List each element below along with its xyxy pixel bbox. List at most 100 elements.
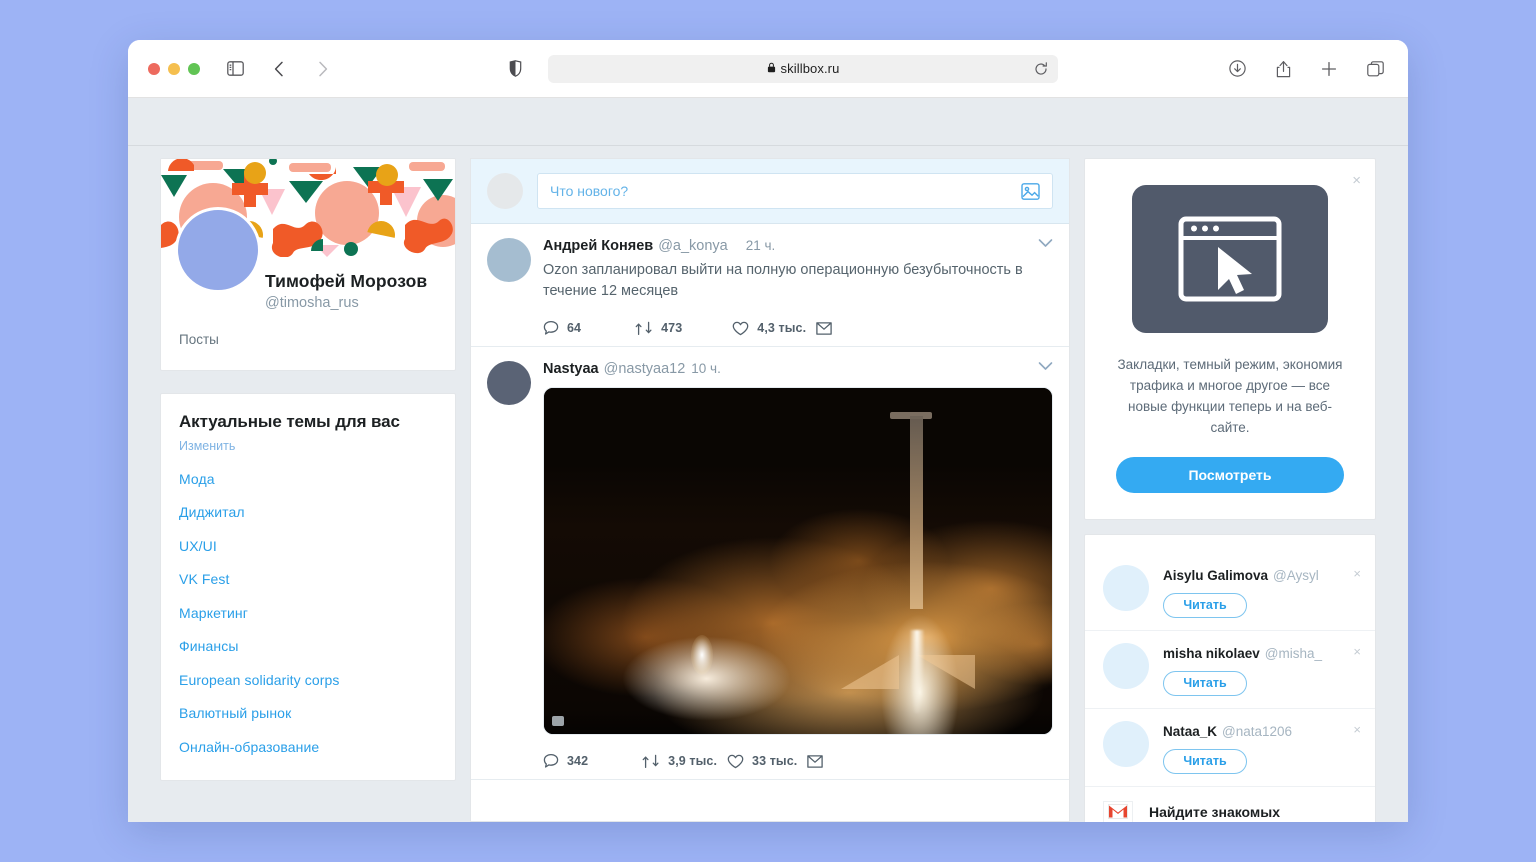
address-area: skillbox.ru — [336, 54, 1224, 83]
reload-icon[interactable] — [1034, 61, 1048, 76]
tweet-timestamp: 21 ч. — [745, 238, 776, 253]
minimize-window-button[interactable] — [168, 62, 180, 75]
right-sidebar: × Закладки, темный режим, экономия трафи… — [1084, 158, 1376, 822]
suggestion-handle[interactable]: @misha_ — [1265, 646, 1322, 661]
suggestion-row[interactable]: misha nikolaev @misha_ Читать × — [1085, 631, 1375, 709]
reply-action[interactable]: 64 — [543, 320, 581, 336]
like-action[interactable]: 4,3 тыс. — [732, 321, 806, 336]
sidebar-icon[interactable] — [222, 56, 248, 82]
tweet-author-name[interactable]: Андрей Коняев — [543, 238, 653, 254]
new-tab-icon[interactable] — [1316, 56, 1342, 82]
promo-description: Закладки, темный режим, экономия трафика… — [1117, 357, 1343, 435]
chevron-down-icon[interactable] — [1038, 238, 1053, 248]
close-icon[interactable]: × — [1353, 567, 1361, 580]
image-attach-icon[interactable] — [1021, 182, 1040, 201]
like-action[interactable]: 33 тыс. — [727, 754, 797, 769]
tweet-author-name[interactable]: Nastyaa — [543, 361, 599, 377]
forward-chevron-icon[interactable] — [310, 56, 336, 82]
reply-action[interactable]: 342 — [543, 753, 588, 769]
topic-link[interactable]: Валютный рынок — [179, 705, 437, 721]
trending-topics-card: Актуальные темы для вас Изменить Мода Ди… — [160, 393, 456, 781]
maximize-window-button[interactable] — [188, 62, 200, 75]
tweet-actions: 64 473 4,3 тыс. — [543, 320, 1053, 336]
suggestion-handle[interactable]: @Aysyl — [1273, 568, 1319, 583]
tweet-author-handle[interactable]: @a_konya — [658, 238, 728, 254]
reply-count: 342 — [567, 754, 589, 769]
browser-window-cursor-icon — [1132, 185, 1328, 333]
url-bar[interactable]: skillbox.ru — [548, 54, 1058, 83]
like-count: 33 тыс. — [752, 754, 798, 769]
suggestion-meta: misha nikolaev @misha_ Читать — [1163, 643, 1359, 696]
tab-overview-icon[interactable] — [1362, 56, 1388, 82]
profile-tabs: Посты — [161, 311, 455, 349]
suggestion-handle[interactable]: @nata1206 — [1222, 724, 1292, 739]
downloads-icon[interactable] — [1224, 56, 1250, 82]
rocket-leg-right — [917, 655, 976, 690]
find-friends-label: Найдите знакомых — [1149, 803, 1281, 820]
follow-button[interactable]: Читать — [1163, 748, 1247, 774]
url-content: skillbox.ru — [767, 60, 840, 78]
follow-button[interactable]: Читать — [1163, 670, 1247, 696]
rocket-body — [909, 415, 923, 610]
close-window-button[interactable] — [148, 62, 160, 75]
promo-button[interactable]: Посмотреть — [1116, 456, 1344, 493]
tweet-text: Ozon запланировал выйти на полную операц… — [543, 262, 1023, 300]
suggestion-row[interactable]: Nataa_K @nata1206 Читать × — [1085, 709, 1375, 787]
back-chevron-icon[interactable] — [266, 56, 292, 82]
topic-link[interactable]: Мода — [179, 471, 437, 487]
find-friends-row[interactable]: Найдите знакомых — [1085, 787, 1375, 822]
tweet-media-image[interactable] — [543, 387, 1053, 736]
rocket-leg-left — [841, 655, 900, 690]
suggestion-name[interactable]: Aisylu Galimova — [1163, 568, 1268, 583]
suggestion-row[interactable]: Aisylu Galimova @Aysyl Читать × — [1085, 553, 1375, 631]
rocket-plume — [544, 388, 1052, 735]
tweet-avatar[interactable] — [487, 361, 531, 406]
suggestion-name[interactable]: misha nikolaev — [1163, 646, 1260, 661]
topic-link[interactable]: European solidarity corps — [179, 672, 437, 688]
page-viewport: Тимофей Морозов @timosha_rus Посты Актуа… — [128, 98, 1408, 822]
tweet[interactable]: Nastyaa @nastyaa12 10 ч. 342 3,9 тыс. 33… — [471, 347, 1069, 781]
tweet-author-handle[interactable]: @nastyaa12 — [604, 361, 686, 377]
share-message-icon[interactable] — [816, 321, 832, 335]
trending-title: Актуальные темы для вас — [179, 412, 400, 431]
retweet-action[interactable]: 3,9 тыс. — [642, 754, 717, 769]
topic-link[interactable]: Финансы — [179, 638, 437, 654]
share-message-icon[interactable] — [807, 754, 824, 768]
suggestion-name[interactable]: Nataa_K — [1163, 724, 1217, 739]
close-icon[interactable]: × — [1353, 723, 1361, 736]
chevron-down-icon[interactable] — [1038, 361, 1053, 371]
gmail-icon — [1103, 800, 1133, 822]
left-sidebar: Тимофей Морозов @timosha_rus Посты Актуа… — [160, 158, 456, 822]
retweet-action[interactable]: 473 — [635, 321, 682, 336]
composer: Что нового? — [471, 159, 1069, 224]
tweet-avatar[interactable] — [487, 238, 531, 282]
topic-link[interactable]: UX/UI — [179, 538, 437, 554]
avatar[interactable] — [1103, 564, 1149, 611]
profile-avatar[interactable] — [175, 207, 261, 293]
feed: Что нового? Андрей Коняев @a_konya 21 ч.… — [470, 158, 1070, 822]
window-controls[interactable] — [148, 62, 200, 75]
close-icon[interactable]: × — [1352, 173, 1361, 188]
topic-link[interactable]: Диджитал — [179, 504, 437, 520]
tweet-header: Андрей Коняев @a_konya 21 ч. — [543, 238, 1053, 254]
share-icon[interactable] — [1270, 56, 1296, 82]
composer-input[interactable]: Что нового? — [537, 173, 1053, 209]
close-icon[interactable]: × — [1353, 645, 1361, 658]
retweet-count: 3,9 тыс. — [668, 754, 718, 769]
follow-button[interactable]: Читать — [1163, 592, 1247, 618]
trending-edit-link[interactable]: Изменить — [179, 439, 437, 453]
tab-posts[interactable]: Посты — [179, 332, 219, 347]
tweet-header: Nastyaa @nastyaa12 10 ч. — [543, 361, 1053, 377]
topic-link[interactable]: Маркетинг — [179, 605, 437, 621]
topic-link[interactable]: VK Fest — [179, 571, 437, 587]
site-header-placeholder — [128, 98, 1408, 146]
tweet-body: Андрей Коняев @a_konya 21 ч. Ozon заплан… — [543, 238, 1053, 336]
avatar[interactable] — [1103, 642, 1149, 689]
tweet[interactable]: Андрей Коняев @a_konya 21 ч. Ozon заплан… — [471, 224, 1069, 348]
avatar[interactable] — [1103, 720, 1149, 767]
suggestion-meta: Aisylu Galimova @Aysyl Читать — [1163, 565, 1359, 618]
toolbar-right-actions — [1224, 56, 1388, 82]
feed-column: Что нового? Андрей Коняев @a_konya 21 ч.… — [470, 158, 1070, 822]
topic-link[interactable]: Онлайн-образование — [179, 739, 437, 755]
privacy-shield-icon[interactable] — [502, 56, 528, 82]
